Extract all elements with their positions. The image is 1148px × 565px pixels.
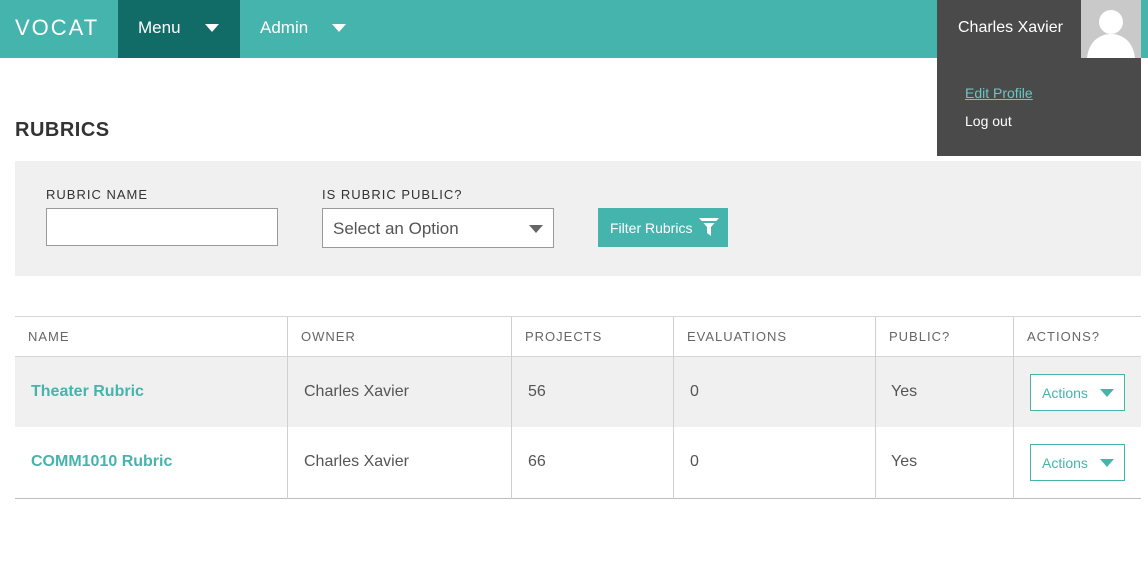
user-dropdown-menu: Edit Profile Log out bbox=[937, 58, 1141, 156]
filter-button-label: Filter Rubrics bbox=[610, 220, 693, 236]
rubric-projects: 66 bbox=[528, 453, 546, 470]
admin-dropdown-button[interactable]: Admin bbox=[240, 0, 367, 58]
rubric-name-label: RUBRIC NAME bbox=[46, 187, 149, 202]
caret-down-icon bbox=[1100, 389, 1114, 397]
user-name: Charles Xavier bbox=[958, 19, 1063, 36]
app-logo[interactable]: VOCAT bbox=[15, 16, 99, 40]
rubric-name-link[interactable]: COMM1010 Rubric bbox=[31, 427, 172, 497]
column-divider bbox=[875, 317, 876, 499]
actions-dropdown-button[interactable]: Actions bbox=[1030, 444, 1125, 481]
rubric-owner: Charles Xavier bbox=[304, 383, 409, 400]
user-menu-toggle[interactable]: Charles Xavier bbox=[937, 0, 1141, 58]
menu-label: Menu bbox=[138, 18, 181, 37]
column-header-public[interactable]: PUBLIC? bbox=[889, 317, 950, 357]
actions-label: Actions bbox=[1042, 455, 1088, 471]
rubric-evaluations: 0 bbox=[690, 453, 699, 470]
actions-label: Actions bbox=[1042, 385, 1088, 401]
edit-profile-link[interactable]: Edit Profile bbox=[965, 85, 1033, 101]
rubric-name-link[interactable]: Theater Rubric bbox=[31, 357, 144, 427]
rubrics-table: NAME OWNER PROJECTS EVALUATIONS PUBLIC? … bbox=[15, 316, 1141, 499]
rubric-public-select[interactable]: Select an Option bbox=[322, 208, 554, 248]
column-header-projects[interactable]: PROJECTS bbox=[525, 317, 602, 357]
menu-dropdown-button[interactable]: Menu bbox=[118, 0, 240, 58]
column-header-name[interactable]: NAME bbox=[28, 317, 70, 357]
log-out-link[interactable]: Log out bbox=[965, 113, 1012, 129]
filter-rubrics-button[interactable]: Filter Rubrics bbox=[598, 208, 728, 247]
caret-down-icon bbox=[529, 225, 543, 233]
rubric-public-label: IS RUBRIC PUBLIC? bbox=[322, 187, 463, 202]
rubric-owner: Charles Xavier bbox=[304, 453, 409, 470]
table-row: COMM1010 Rubric Charles Xavier 66 0 Yes … bbox=[15, 427, 1141, 497]
caret-down-icon bbox=[332, 24, 346, 32]
admin-label: Admin bbox=[260, 18, 309, 37]
column-divider bbox=[673, 317, 674, 499]
filter-panel: RUBRIC NAME IS RUBRIC PUBLIC? Select an … bbox=[15, 161, 1141, 276]
column-header-actions: ACTIONS? bbox=[1027, 329, 1101, 344]
rubric-name-input[interactable] bbox=[46, 208, 278, 246]
column-divider bbox=[287, 317, 288, 499]
rubric-projects: 56 bbox=[528, 383, 546, 400]
column-divider bbox=[1013, 317, 1014, 499]
rubric-public: Yes bbox=[891, 383, 918, 400]
rubric-public: Yes bbox=[891, 453, 918, 470]
filter-funnel-icon bbox=[699, 218, 719, 236]
table-row: Theater Rubric Charles Xavier 56 0 Yes A… bbox=[15, 357, 1141, 427]
caret-down-icon bbox=[1100, 459, 1114, 467]
column-header-evaluations[interactable]: EVALUATIONS bbox=[687, 317, 787, 357]
table-header: NAME OWNER PROJECTS EVALUATIONS PUBLIC? … bbox=[15, 317, 1141, 357]
page-title: RUBRICS bbox=[15, 119, 110, 141]
rubric-evaluations: 0 bbox=[690, 383, 699, 400]
actions-dropdown-button[interactable]: Actions bbox=[1030, 374, 1125, 411]
column-header-owner[interactable]: OWNER bbox=[301, 317, 356, 357]
column-divider bbox=[511, 317, 512, 499]
user-avatar-icon bbox=[1081, 0, 1141, 58]
caret-down-icon bbox=[205, 24, 219, 32]
rubric-public-selected: Select an Option bbox=[333, 219, 459, 238]
